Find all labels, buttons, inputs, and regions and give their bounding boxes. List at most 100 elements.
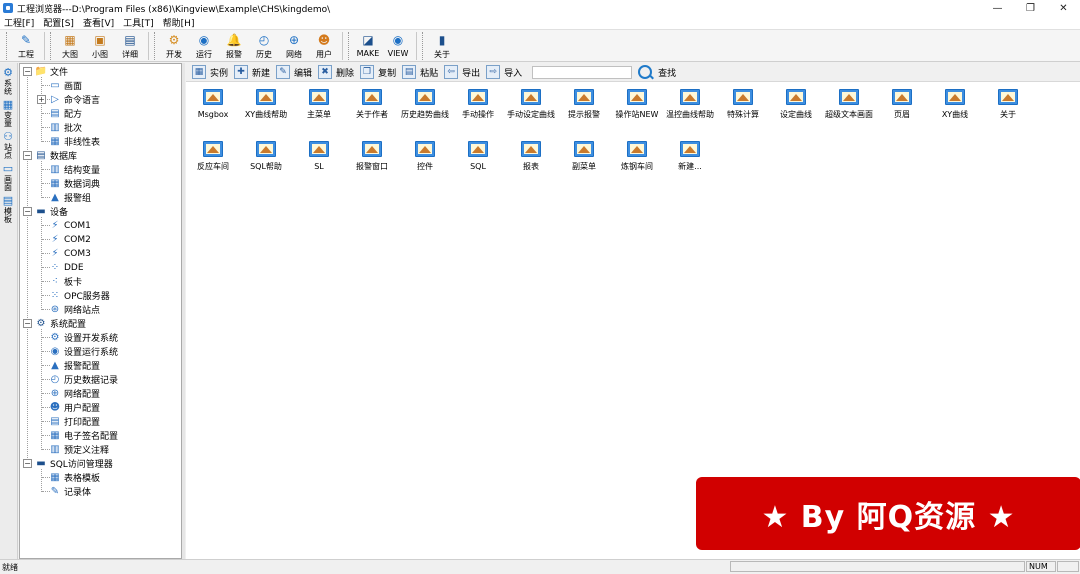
screen-item[interactable]: XY曲线帮助: [239, 89, 293, 121]
tree-toggle[interactable]: −: [23, 459, 32, 468]
screen-item[interactable]: 提示报警: [557, 89, 611, 121]
content-export-button[interactable]: ⇦ 导出: [444, 65, 480, 79]
screen-item[interactable]: 手动设定曲线: [504, 89, 558, 121]
pane-splitter[interactable]: [182, 63, 185, 559]
tree-node[interactable]: ⁘ DDE: [49, 261, 84, 274]
tree-node[interactable]: ▤ 配方: [49, 107, 82, 120]
tree-node[interactable]: ⚡ COM3: [49, 247, 90, 260]
vtab-3[interactable]: ▭ 画面: [0, 162, 16, 192]
screen-item[interactable]: 页眉: [875, 89, 929, 121]
screen-item[interactable]: 报警窗口: [345, 141, 399, 173]
toolbar-button-6[interactable]: 🔔 报警: [219, 30, 249, 62]
tree-node[interactable]: ▭ 画面: [49, 79, 82, 92]
tree-node[interactable]: ✎ 记录体: [49, 485, 91, 498]
tree-toggle[interactable]: +: [37, 95, 46, 104]
tree-node[interactable]: ⁖ 板卡: [49, 275, 82, 288]
restore-button[interactable]: ❐: [1014, 0, 1047, 16]
screen-item[interactable]: SL: [292, 141, 346, 173]
tree-node[interactable]: ☻ 用户配置: [49, 401, 100, 414]
screen-item[interactable]: 关于: [981, 89, 1035, 121]
screen-item[interactable]: 温控曲线帮助: [663, 89, 717, 121]
close-button[interactable]: ✕: [1047, 0, 1080, 16]
content-import-button[interactable]: ⇨ 导入: [486, 65, 522, 79]
screen-item[interactable]: SQL帮助: [239, 141, 293, 173]
toolbar-button-11[interactable]: ◉ VIEW: [383, 30, 413, 62]
menu-item-2[interactable]: 查看[V]: [83, 16, 114, 29]
tree-node[interactable]: ⚡ COM2: [49, 233, 90, 246]
tree-node[interactable]: ⚙ 设置开发系统: [49, 331, 119, 344]
screen-item[interactable]: 副菜单: [557, 141, 611, 173]
screen-item[interactable]: 关于作者: [345, 89, 399, 121]
screen-item[interactable]: 新建...: [663, 141, 717, 173]
screen-item[interactable]: SQL: [451, 141, 505, 173]
toolbar-button-1[interactable]: ▦ 大图: [55, 30, 85, 62]
content-delete-button[interactable]: ✖ 删除: [318, 65, 354, 79]
tree-node[interactable]: ⚡ COM1: [49, 219, 90, 232]
toolbar-button-9[interactable]: ☻ 用户: [309, 30, 339, 62]
screen-item[interactable]: 报表: [504, 141, 558, 173]
tree-node[interactable]: − 📁 文件: [23, 65, 68, 78]
toolbar-button-2[interactable]: ▣ 小图: [85, 30, 115, 62]
menu-item-1[interactable]: 配置[S]: [43, 16, 74, 29]
tree-node[interactable]: + ▷ 命令语言: [37, 93, 100, 106]
tree-node[interactable]: ⁙ OPC服务器: [49, 289, 110, 302]
menu-item-3[interactable]: 工具[T]: [123, 16, 154, 29]
tree-node[interactable]: − ⚙ 系统配置: [23, 317, 86, 330]
screen-item[interactable]: 反应车间: [186, 141, 240, 173]
screen-item[interactable]: 炼钢车间: [610, 141, 664, 173]
tree-node[interactable]: − ▬ 设备: [23, 205, 68, 218]
search-button[interactable]: 查找: [658, 66, 676, 79]
tree-node[interactable]: ▥ 批次: [49, 121, 82, 134]
toolbar-button-4[interactable]: ⚙ 开发: [159, 30, 189, 62]
screen-item[interactable]: 设定曲线: [769, 89, 823, 121]
screen-item[interactable]: Msgbox: [186, 89, 240, 121]
tree-node[interactable]: ▥ 预定义注释: [49, 443, 109, 456]
tree-node[interactable]: ▦ 电子签名配置: [49, 429, 118, 442]
screen-item[interactable]: 超级文本画面: [822, 89, 876, 121]
screen-item[interactable]: 控件: [398, 141, 452, 173]
tree-node[interactable]: ▲ 报警组: [49, 191, 91, 204]
toolbar-button-12[interactable]: ▮ 关于: [427, 30, 457, 62]
menu-item-4[interactable]: 帮助[H]: [163, 16, 195, 29]
tree-node[interactable]: − ▤ 数据库: [23, 149, 77, 162]
tree-node[interactable]: ▲ 报警配置: [49, 359, 100, 372]
screen-item[interactable]: 特殊计算: [716, 89, 770, 121]
tree-node[interactable]: ▦ 数据词典: [49, 177, 100, 190]
tree-node[interactable]: ⊛ 网络站点: [49, 303, 100, 316]
search-input[interactable]: [532, 65, 633, 79]
content-paste-button[interactable]: ▤ 粘贴: [402, 65, 438, 79]
vtab-4[interactable]: ▤ 模板: [0, 194, 16, 224]
tree-toggle[interactable]: −: [23, 151, 32, 160]
tree-node[interactable]: ▤ 打印配置: [49, 415, 100, 428]
content-instance-button[interactable]: ▦ 实例: [192, 65, 228, 79]
search-icon[interactable]: [638, 65, 653, 79]
tree-node[interactable]: ▥ 结构变量: [49, 163, 100, 176]
content-copy-button[interactable]: ❐ 复制: [360, 65, 396, 79]
screen-item[interactable]: 历史趋势曲线: [398, 89, 452, 121]
tree-toggle[interactable]: −: [23, 67, 32, 76]
tree-node[interactable]: ▦ 表格模板: [49, 471, 100, 484]
screen-item[interactable]: 操作站NEW: [610, 89, 664, 121]
tree-node[interactable]: ⊕ 网络配置: [49, 387, 100, 400]
toolbar-button-0[interactable]: ✎ 工程: [11, 30, 41, 62]
vtab-2[interactable]: ⚇ 站点: [0, 130, 16, 160]
tree-node[interactable]: − ▬ SQL访问管理器: [23, 457, 113, 470]
content-new-button[interactable]: ✚ 新建: [234, 65, 270, 79]
tree-node[interactable]: ◉ 设置运行系统: [49, 345, 118, 358]
minimize-button[interactable]: —: [981, 0, 1014, 16]
tree-node[interactable]: ▦ 非线性表: [49, 135, 100, 148]
toolbar-button-10[interactable]: ◪ MAKE: [353, 30, 383, 62]
toolbar-button-7[interactable]: ◴ 历史: [249, 30, 279, 62]
content-edit-button[interactable]: ✎ 编辑: [276, 65, 312, 79]
toolbar-button-3[interactable]: ▤ 详细: [115, 30, 145, 62]
toolbar-button-5[interactable]: ◉ 运行: [189, 30, 219, 62]
tree-toggle[interactable]: −: [23, 207, 32, 216]
vtab-1[interactable]: ▦ 变量: [0, 98, 16, 128]
screen-item[interactable]: XY曲线: [928, 89, 982, 121]
menu-item-0[interactable]: 工程[F]: [4, 16, 34, 29]
tree-toggle[interactable]: −: [23, 319, 32, 328]
tree-node[interactable]: ◴ 历史数据记录: [49, 373, 118, 386]
screen-item[interactable]: 主菜单: [292, 89, 346, 121]
toolbar-button-8[interactable]: ⊕ 网络: [279, 30, 309, 62]
vtab-0[interactable]: ⚙ 系统: [0, 66, 16, 96]
